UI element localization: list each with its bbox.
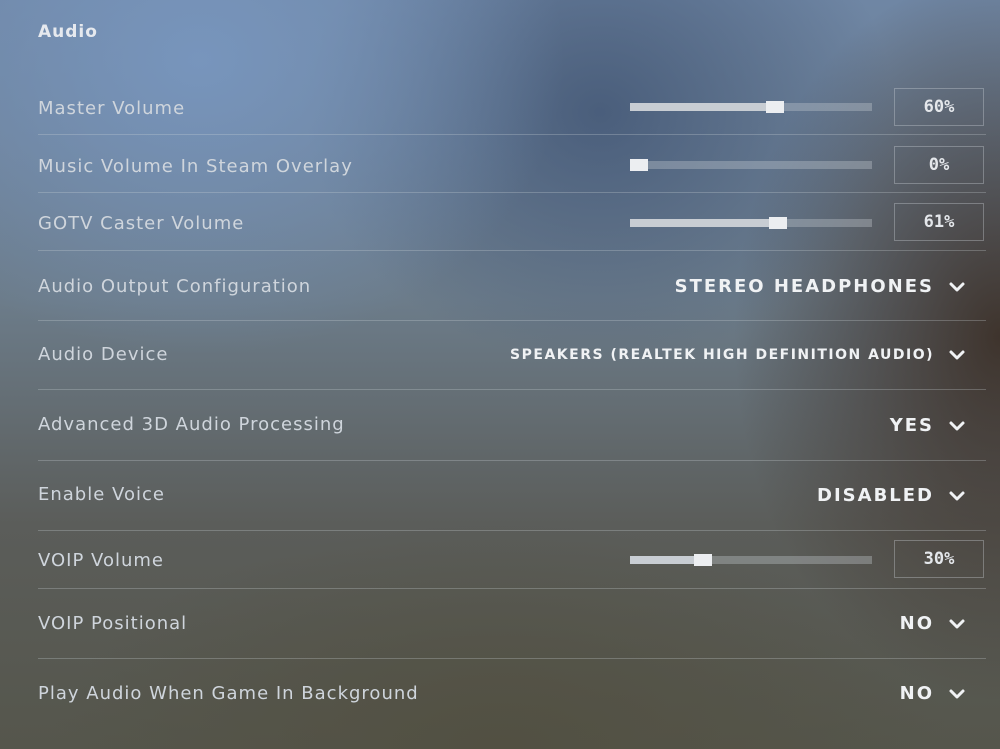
gotv-caster-volume-slider[interactable] — [630, 217, 872, 229]
slider-fill — [630, 556, 703, 564]
setting-row-music-volume: Music Volume In Steam Overlay 0% — [38, 134, 986, 193]
gotv-caster-volume-value-field[interactable]: 61% — [894, 203, 984, 241]
master-volume-slider[interactable] — [630, 101, 872, 113]
setting-label: VOIP Positional — [38, 613, 188, 634]
chevron-down-icon — [949, 282, 965, 291]
dropdown-selected-value: DISABLED — [817, 485, 934, 506]
audio-device-dropdown[interactable]: SPEAKERS (REALTEK HIGH DEFINITION AUDIO) — [510, 346, 966, 364]
setting-row-audio-output-configuration: Audio Output Configuration STEREO HEADPH… — [38, 250, 986, 321]
slider-handle[interactable] — [766, 101, 784, 113]
voip-volume-slider[interactable] — [630, 554, 872, 566]
advanced-3d-audio-dropdown[interactable]: YES — [890, 415, 966, 436]
slider-fill — [630, 103, 775, 111]
chevron-down-icon — [949, 421, 965, 430]
audio-output-configuration-dropdown[interactable]: STEREO HEADPHONES — [675, 276, 966, 297]
setting-row-play-audio-background: Play Audio When Game In Background NO — [38, 658, 986, 728]
setting-row-enable-voice: Enable Voice DISABLED — [38, 460, 986, 531]
chevron-down-icon — [949, 619, 965, 628]
slider-handle[interactable] — [769, 217, 787, 229]
setting-label: Play Audio When Game In Background — [38, 683, 419, 704]
slider-handle[interactable] — [630, 159, 648, 171]
chevron-down-icon — [949, 689, 965, 698]
setting-label: Audio Output Configuration — [38, 276, 312, 297]
setting-label: Enable Voice — [38, 484, 165, 505]
setting-row-advanced-3d-audio: Advanced 3D Audio Processing YES — [38, 389, 986, 461]
dropdown-selected-value: NO — [899, 613, 934, 634]
master-volume-value-field[interactable]: 60% — [894, 88, 984, 126]
dropdown-selected-value: NO — [899, 683, 934, 704]
voip-volume-value-field[interactable]: 30% — [894, 540, 984, 578]
dropdown-selected-value: SPEAKERS (REALTEK HIGH DEFINITION AUDIO) — [510, 347, 934, 363]
setting-label: Audio Device — [38, 344, 169, 365]
setting-label: GOTV Caster Volume — [38, 213, 245, 234]
setting-label: Master Volume — [38, 98, 186, 119]
enable-voice-dropdown[interactable]: DISABLED — [817, 485, 966, 506]
dropdown-selected-value: YES — [889, 415, 934, 436]
setting-label: VOIP Volume — [38, 550, 164, 571]
setting-row-audio-device: Audio Device SPEAKERS (REALTEK HIGH DEFI… — [38, 320, 986, 390]
slider-handle[interactable] — [694, 554, 712, 566]
section-title: Audio — [38, 22, 98, 42]
voip-positional-dropdown[interactable]: NO — [900, 613, 966, 634]
music-volume-slider[interactable] — [630, 159, 872, 171]
setting-label: Advanced 3D Audio Processing — [38, 414, 345, 435]
setting-row-voip-positional: VOIP Positional NO — [38, 588, 986, 659]
setting-row-master-volume: Master Volume 60% — [38, 82, 986, 135]
setting-row-voip-volume: VOIP Volume 30% — [38, 530, 986, 589]
setting-label: Music Volume In Steam Overlay — [38, 156, 353, 177]
dropdown-selected-value: STEREO HEADPHONES — [674, 276, 934, 297]
chevron-down-icon — [949, 350, 965, 360]
play-audio-background-dropdown[interactable]: NO — [900, 683, 966, 704]
chevron-down-icon — [949, 491, 965, 500]
setting-row-gotv-caster-volume: GOTV Caster Volume 61% — [38, 192, 986, 251]
slider-fill — [630, 219, 778, 227]
music-volume-value-field[interactable]: 0% — [894, 146, 984, 184]
